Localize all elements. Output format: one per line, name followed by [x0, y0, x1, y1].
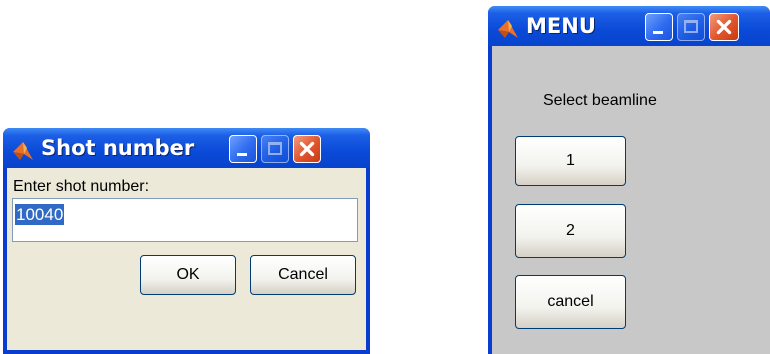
minimize-icon: [237, 153, 247, 156]
close-icon: [716, 19, 732, 35]
menu-dialog-titlebar[interactable]: MENU: [488, 6, 770, 46]
menu-cancel-button[interactable]: cancel: [515, 275, 626, 329]
close-button[interactable]: [709, 13, 739, 41]
maximize-button: [261, 135, 289, 163]
shot-dialog-body: Enter shot number: 10040 OK Cancel: [7, 168, 366, 350]
minimize-button[interactable]: [229, 135, 257, 163]
close-button[interactable]: [293, 135, 321, 163]
shot-number-input[interactable]: 10040: [12, 198, 358, 242]
shot-number-prompt: Enter shot number:: [13, 178, 150, 195]
menu-dialog-body: Select beamline 1 2 cancel: [492, 46, 770, 354]
shot-dialog-titlebar[interactable]: Shot number: [3, 128, 370, 168]
matlab-icon: [498, 20, 518, 38]
shot-number-dialog: Shot number Enter shot number: 10040 OK …: [3, 128, 370, 354]
cancel-button[interactable]: Cancel: [250, 255, 356, 295]
maximize-icon: [268, 142, 282, 155]
minimize-button[interactable]: [645, 13, 673, 41]
shot-number-value: 10040: [15, 204, 65, 225]
minimize-icon: [653, 31, 663, 34]
menu-dialog: MENU Select beamline 1 2 cancel: [488, 6, 770, 354]
select-beamline-prompt: Select beamline: [543, 92, 657, 109]
menu-dialog-title: MENU: [526, 14, 596, 38]
shot-dialog-title: Shot number: [41, 136, 195, 160]
maximize-button: [677, 13, 705, 41]
close-icon: [299, 141, 315, 157]
beamline-1-button[interactable]: 1: [515, 136, 626, 186]
matlab-icon: [13, 142, 33, 160]
beamline-2-button[interactable]: 2: [515, 204, 626, 258]
ok-button[interactable]: OK: [140, 255, 236, 295]
maximize-icon: [684, 20, 698, 33]
